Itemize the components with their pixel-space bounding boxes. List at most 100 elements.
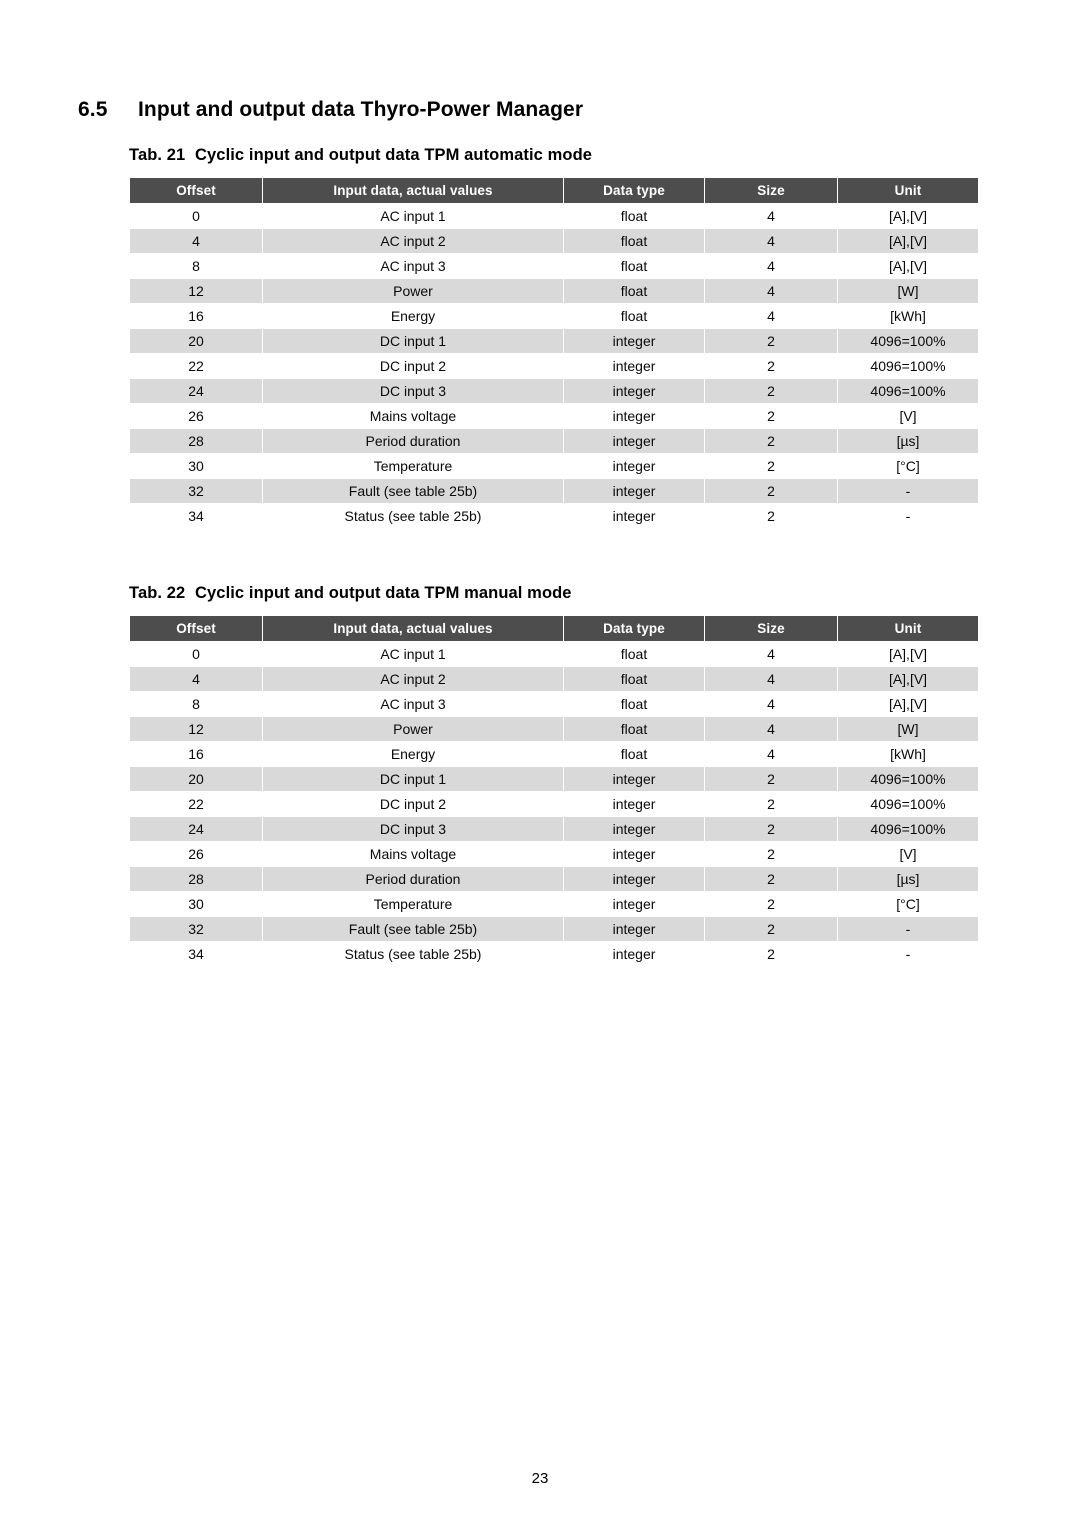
cell-size: 2 (705, 354, 837, 378)
cell-size: 2 (705, 454, 837, 478)
table-caption-text: Cyclic input and output data TPM manual … (195, 584, 572, 602)
cell-description: DC input 1 (263, 329, 563, 353)
cell-offset: 26 (130, 404, 262, 428)
cell-data-type: integer (564, 504, 704, 528)
cell-size: 4 (705, 642, 837, 666)
cell-description: AC input 3 (263, 692, 563, 716)
cell-size: 2 (705, 817, 837, 841)
data-table-tab-21: Offset Input data, actual values Data ty… (129, 177, 979, 529)
cell-offset: 12 (130, 717, 262, 741)
cell-offset: 16 (130, 304, 262, 328)
cell-unit: [A],[V] (838, 667, 978, 691)
cell-description: Power (263, 717, 563, 741)
cell-size: 2 (705, 942, 837, 966)
table-header-row: Offset Input data, actual values Data ty… (130, 616, 978, 641)
cell-size: 2 (705, 867, 837, 891)
table-row: 28 Period duration integer 2 [µs] (130, 867, 978, 891)
cell-data-type: integer (564, 792, 704, 816)
cell-description: Temperature (263, 454, 563, 478)
cell-offset: 0 (130, 204, 262, 228)
table-row: 26 Mains voltage integer 2 [V] (130, 404, 978, 428)
cell-unit: - (838, 479, 978, 503)
cell-data-type: float (564, 667, 704, 691)
cell-offset: 16 (130, 742, 262, 766)
cell-data-type: integer (564, 917, 704, 941)
cell-size: 4 (705, 279, 837, 303)
cell-description: Status (see table 25b) (263, 504, 563, 528)
cell-description: Period duration (263, 867, 563, 891)
cell-offset: 8 (130, 254, 262, 278)
cell-size: 4 (705, 667, 837, 691)
cell-size: 2 (705, 892, 837, 916)
table-row: 20 DC input 1 integer 2 4096=100% (130, 329, 978, 353)
table-row: 32 Fault (see table 25b) integer 2- (130, 479, 978, 503)
table-row: 12 Power float 4 [W] (130, 279, 978, 303)
cell-data-type: float (564, 742, 704, 766)
cell-description: Power (263, 279, 563, 303)
cell-data-type: integer (564, 329, 704, 353)
table-row: 0 AC input 1 float 4 [A],[V] (130, 642, 978, 666)
cell-offset: 4 (130, 229, 262, 253)
cell-description: Fault (see table 25b) (263, 479, 563, 503)
cell-size: 2 (705, 767, 837, 791)
cell-unit: 4096=100% (838, 379, 978, 403)
cell-description: AC input 2 (263, 229, 563, 253)
table-row: 0 AC input 1 float 4 [A],[V] (130, 204, 978, 228)
table-row: 30 Temperature integer 2 [°C] (130, 454, 978, 478)
cell-description: Mains voltage (263, 404, 563, 428)
table-row: 16 Energy float 4 [kWh] (130, 304, 978, 328)
cell-offset: 32 (130, 917, 262, 941)
cell-unit: [A],[V] (838, 642, 978, 666)
table-body-tab-22: 0 AC input 1 float 4 [A],[V] 4 AC input 2 float… (130, 642, 978, 966)
cell-size: 2 (705, 842, 837, 866)
table-caption-text: Cyclic input and output data TPM automat… (195, 146, 593, 164)
cell-data-type: float (564, 717, 704, 741)
cell-description: DC input 1 (263, 767, 563, 791)
cell-description: Period duration (263, 429, 563, 453)
table-row: 24 DC input 3 integer 2 4096=100% (130, 379, 978, 403)
cell-size: 4 (705, 204, 837, 228)
cell-unit: [A],[V] (838, 204, 978, 228)
table-row: 28 Period duration integer 2 [µs] (130, 429, 978, 453)
cell-offset: 22 (130, 792, 262, 816)
cell-size: 2 (705, 404, 837, 428)
table-header-row: Offset Input data, actual values Data ty… (130, 178, 978, 203)
cell-data-type: integer (564, 817, 704, 841)
cell-size: 2 (705, 329, 837, 353)
cell-data-type: integer (564, 354, 704, 378)
cell-description: AC input 1 (263, 204, 563, 228)
cell-data-type: integer (564, 379, 704, 403)
section-number: 6.5 (78, 98, 108, 122)
cell-offset: 30 (130, 892, 262, 916)
cell-size: 4 (705, 717, 837, 741)
cell-offset: 12 (130, 279, 262, 303)
table-row: 22 DC input 2 integer 2 4096=100% (130, 354, 978, 378)
cell-unit: [V] (838, 404, 978, 428)
cell-unit: [kWh] (838, 742, 978, 766)
cell-description: DC input 2 (263, 792, 563, 816)
table-row: 30 Temperature integer 2 [°C] (130, 892, 978, 916)
cell-data-type: integer (564, 767, 704, 791)
table-block-tab-22: Tab. 22 Cyclic input and output data TPM… (129, 584, 979, 967)
cell-data-type: float (564, 642, 704, 666)
document-page: 6.5 Input and output data Thyro-Power Ma… (0, 0, 1080, 1527)
cell-description: Energy (263, 304, 563, 328)
column-header-unit: Unit (838, 178, 978, 203)
table-row: 24 DC input 3 integer 2 4096=100% (130, 817, 978, 841)
cell-unit: [°C] (838, 892, 978, 916)
table-row: 8 AC input 3 float 4 [A],[V] (130, 254, 978, 278)
cell-offset: 8 (130, 692, 262, 716)
table-body-tab-21: 0 AC input 1 float 4 [A],[V] 4 AC input 2 float… (130, 204, 978, 528)
table-caption-tab-22: Tab. 22 Cyclic input and output data TPM… (129, 584, 978, 603)
cell-offset: 34 (130, 942, 262, 966)
page-number: 23 (531, 1470, 549, 1487)
cell-unit: - (838, 942, 978, 966)
cell-unit: [W] (838, 717, 978, 741)
column-header-description: Input data, actual values (263, 178, 563, 203)
cell-data-type: integer (564, 404, 704, 428)
cell-offset: 28 (130, 429, 262, 453)
cell-description: AC input 1 (263, 642, 563, 666)
cell-offset: 22 (130, 354, 262, 378)
cell-unit: [A],[V] (838, 254, 978, 278)
column-header-offset: Offset (130, 178, 262, 203)
